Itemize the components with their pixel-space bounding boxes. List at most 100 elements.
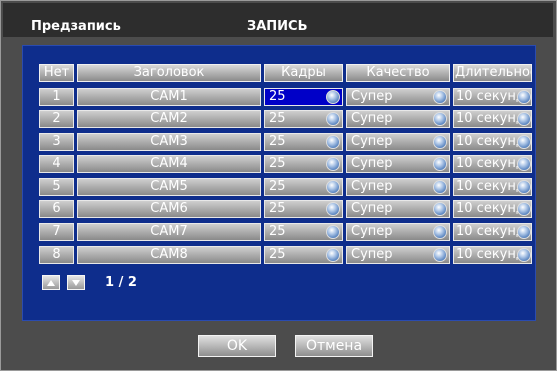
fps-select[interactable]: 25 — [264, 133, 343, 151]
quality-value: Супер — [351, 201, 393, 216]
quality-value: Супер — [351, 247, 393, 262]
camera-title[interactable]: CAM2 — [77, 110, 261, 128]
camera-title[interactable]: CAM6 — [77, 200, 261, 218]
quality-value: Супер — [351, 134, 393, 149]
spin-icon[interactable] — [433, 202, 447, 216]
camera-title[interactable]: CAM4 — [77, 155, 261, 173]
table-row: 6 CAM6 25 Супер 10 секунд — [0, 200, 557, 220]
row-number: 6 — [39, 200, 74, 218]
quality-select[interactable]: Супер — [346, 223, 450, 241]
duration-select[interactable]: 10 секунд — [453, 110, 532, 128]
duration-value: 10 секунд — [456, 247, 525, 262]
arrow-down-icon — [72, 280, 80, 286]
spin-icon[interactable] — [326, 112, 340, 126]
page-indicator: 1 / 2 — [105, 275, 137, 290]
spin-icon[interactable] — [433, 180, 447, 194]
spin-icon[interactable] — [433, 135, 447, 149]
table-row: 1 CAM1 25 Супер 10 секунд — [0, 88, 557, 108]
spin-icon[interactable] — [433, 90, 447, 104]
column-header-no: Нет — [39, 64, 74, 82]
spin-icon[interactable] — [517, 202, 531, 216]
column-header-title: Заголовок — [77, 64, 261, 82]
spin-icon[interactable] — [326, 180, 340, 194]
duration-select[interactable]: 10 секунд — [453, 178, 532, 196]
spin-icon[interactable] — [326, 90, 340, 104]
quality-select[interactable]: Супер — [346, 246, 450, 264]
duration-select[interactable]: 10 секунд — [453, 223, 532, 241]
quality-value: Супер — [351, 89, 393, 104]
fps-select[interactable]: 25 — [264, 223, 343, 241]
fps-select[interactable]: 25 — [264, 88, 343, 106]
fps-select[interactable]: 25 — [264, 110, 343, 128]
camera-title[interactable]: CAM1 — [77, 88, 261, 106]
duration-select[interactable]: 10 секунд — [453, 246, 532, 264]
camera-title[interactable]: CAM8 — [77, 246, 261, 264]
fps-value: 25 — [269, 134, 286, 149]
spin-icon[interactable] — [517, 90, 531, 104]
column-header-duration: Длительност — [453, 64, 532, 82]
quality-select[interactable]: Супер — [346, 155, 450, 173]
duration-value: 10 секунд — [456, 89, 525, 104]
spin-icon[interactable] — [517, 157, 531, 171]
fps-value: 25 — [269, 224, 286, 239]
row-number: 1 — [39, 88, 74, 106]
spin-icon[interactable] — [326, 225, 340, 239]
page-up-button[interactable] — [42, 275, 60, 290]
camera-title[interactable]: CAM5 — [77, 178, 261, 196]
spin-icon[interactable] — [433, 112, 447, 126]
quality-select[interactable]: Супер — [346, 200, 450, 218]
spin-icon[interactable] — [326, 202, 340, 216]
quality-value: Супер — [351, 156, 393, 171]
row-number: 5 — [39, 178, 74, 196]
spin-icon[interactable] — [517, 112, 531, 126]
prerecord-tab[interactable]: Предзапись — [31, 19, 121, 34]
spin-icon[interactable] — [326, 157, 340, 171]
row-number: 8 — [39, 246, 74, 264]
arrow-up-icon — [47, 280, 55, 286]
spin-icon[interactable] — [517, 248, 531, 262]
spin-icon[interactable] — [326, 248, 340, 262]
duration-select[interactable]: 10 секунд — [453, 155, 532, 173]
table-row: 4 CAM4 25 Супер 10 секунд — [0, 155, 557, 175]
spin-icon[interactable] — [433, 248, 447, 262]
fps-value: 25 — [269, 201, 286, 216]
duration-value: 10 секунд — [456, 111, 525, 126]
spin-icon[interactable] — [433, 157, 447, 171]
cancel-button[interactable]: Отмена — [295, 335, 373, 357]
column-header-quality: Качество — [346, 64, 450, 82]
duration-select[interactable]: 10 секунд — [453, 133, 532, 151]
table-row: 2 CAM2 25 Супер 10 секунд — [0, 110, 557, 130]
quality-select[interactable]: Супер — [346, 178, 450, 196]
fps-select[interactable]: 25 — [264, 246, 343, 264]
fps-select[interactable]: 25 — [264, 178, 343, 196]
quality-select[interactable]: Супер — [346, 88, 450, 106]
dialog-title: ЗАПИСЬ — [247, 19, 308, 34]
duration-value: 10 секунд — [456, 134, 525, 149]
table-row: 3 CAM3 25 Супер 10 секунд — [0, 133, 557, 153]
spin-icon[interactable] — [326, 135, 340, 149]
page-down-button[interactable] — [67, 275, 85, 290]
row-number: 7 — [39, 223, 74, 241]
quality-select[interactable]: Супер — [346, 110, 450, 128]
fps-select[interactable]: 25 — [264, 200, 343, 218]
duration-select[interactable]: 10 секунд — [453, 88, 532, 106]
duration-value: 10 секунд — [456, 224, 525, 239]
column-header-fps: Кадры — [264, 64, 343, 82]
camera-title[interactable]: CAM7 — [77, 223, 261, 241]
quality-value: Супер — [351, 224, 393, 239]
ok-button[interactable]: OK — [198, 335, 276, 357]
camera-title[interactable]: CAM3 — [77, 133, 261, 151]
spin-icon[interactable] — [517, 225, 531, 239]
fps-value: 25 — [269, 156, 286, 171]
duration-select[interactable]: 10 секунд — [453, 200, 532, 218]
duration-value: 10 секунд — [456, 179, 525, 194]
quality-value: Супер — [351, 179, 393, 194]
table-row: 5 CAM5 25 Супер 10 секунд — [0, 178, 557, 198]
spin-icon[interactable] — [433, 225, 447, 239]
spin-icon[interactable] — [517, 180, 531, 194]
row-number: 4 — [39, 155, 74, 173]
quality-value: Супер — [351, 111, 393, 126]
spin-icon[interactable] — [517, 135, 531, 149]
quality-select[interactable]: Супер — [346, 133, 450, 151]
fps-select[interactable]: 25 — [264, 155, 343, 173]
